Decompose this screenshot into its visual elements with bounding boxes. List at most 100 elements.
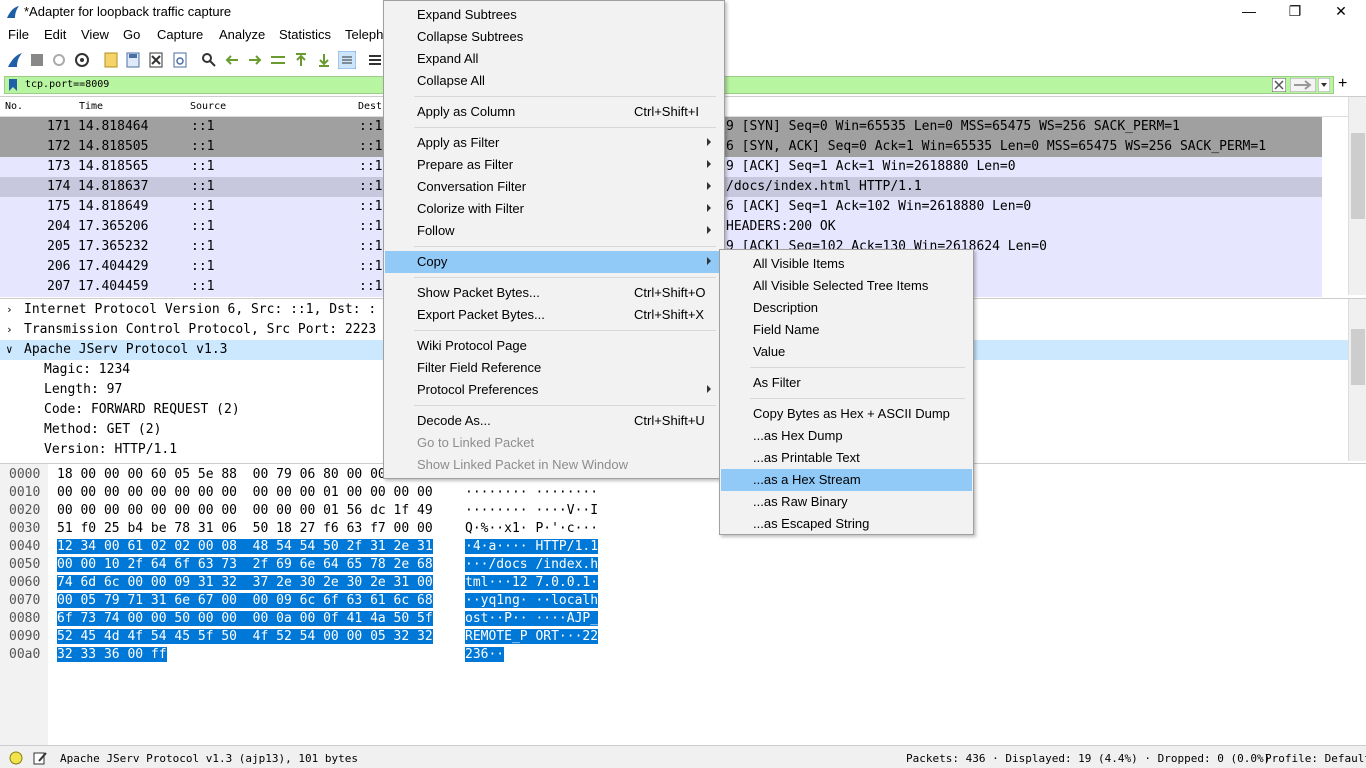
- packet-row-time: 17.365232: [78, 239, 149, 254]
- menu-item-all-visible-selected-tree-items[interactable]: All Visible Selected Tree Items: [721, 275, 972, 297]
- open-icon[interactable]: [102, 51, 120, 69]
- column-dest[interactable]: Dest: [358, 101, 382, 112]
- menu-item-conversation-filter[interactable]: Conversation Filter: [385, 176, 723, 198]
- colorize-icon[interactable]: [366, 51, 384, 69]
- go-to-icon[interactable]: [269, 51, 287, 69]
- expanded-arrow-icon[interactable]: ∨: [6, 343, 13, 356]
- add-filter-button[interactable]: +: [1338, 75, 1347, 93]
- expert-info-icon[interactable]: [9, 751, 23, 765]
- byte-hex[interactable]: 00 05 79 71 31 6e 67 00 00 09 6c 6f 63 6…: [57, 593, 433, 608]
- menu-separator: [750, 367, 965, 368]
- menu-item-apply-as-filter[interactable]: Apply as Filter: [385, 132, 723, 154]
- menu-item-as-raw-binary[interactable]: ...as Raw Binary: [721, 491, 972, 513]
- byte-ascii[interactable]: REMOTE_P ORT···22: [465, 629, 599, 644]
- menu-item-value[interactable]: Value: [721, 341, 972, 363]
- column-no[interactable]: No.: [5, 101, 23, 112]
- menu-go[interactable]: Go: [123, 27, 140, 42]
- menu-item-decode-as[interactable]: Decode As... Ctrl+Shift+U: [385, 410, 723, 432]
- byte-hex[interactable]: 18 00 00 00 60 05 5e 88 00 79 06 80 00 0…: [57, 467, 433, 482]
- menu-item-as-hex-dump[interactable]: ...as Hex Dump: [721, 425, 972, 447]
- autoscroll-icon[interactable]: [338, 51, 356, 69]
- menu-item-follow[interactable]: Follow: [385, 220, 723, 242]
- reload-icon[interactable]: [171, 51, 189, 69]
- menu-file[interactable]: File: [8, 27, 29, 42]
- scrollbar-thumb[interactable]: [1351, 329, 1365, 385]
- menu-item-as-escaped-string[interactable]: ...as Escaped String: [721, 513, 972, 535]
- stop-icon[interactable]: [28, 51, 46, 69]
- byte-hex[interactable]: 51 f0 25 b4 be 78 31 06 50 18 27 f6 63 f…: [57, 521, 433, 536]
- byte-hex[interactable]: 32 33 36 00 ff: [57, 647, 167, 662]
- menu-view[interactable]: View: [81, 27, 109, 42]
- menu-item-copy-bytes-as-hex-ascii-dump[interactable]: Copy Bytes as Hex + ASCII Dump: [721, 403, 972, 425]
- options-icon[interactable]: [73, 51, 91, 69]
- menu-item-expand-all[interactable]: Expand All: [385, 48, 723, 70]
- menu-item-show-packet-bytes[interactable]: Show Packet Bytes... Ctrl+Shift+O: [385, 282, 723, 304]
- restart-icon[interactable]: [50, 51, 68, 69]
- byte-ascii[interactable]: ··yq1ng· ··localh: [465, 593, 599, 608]
- menu-item-description[interactable]: Description: [721, 297, 972, 319]
- menu-item-filter-field-reference[interactable]: Filter Field Reference: [385, 357, 723, 379]
- last-icon[interactable]: [315, 51, 333, 69]
- byte-ascii[interactable]: ost··P·· ····AJP_: [465, 611, 599, 626]
- menu-item-wiki-protocol-page[interactable]: Wiki Protocol Page: [385, 335, 723, 357]
- maximize-button[interactable]: ❐: [1272, 0, 1318, 24]
- scrollbar-thumb[interactable]: [1351, 133, 1365, 219]
- byte-hex[interactable]: 6f 73 74 00 00 50 00 00 00 0a 00 0f 41 4…: [57, 611, 433, 626]
- menu-statistics[interactable]: Statistics: [279, 27, 331, 42]
- save-icon[interactable]: [124, 51, 142, 69]
- byte-ascii[interactable]: ·4·a···· HTTP/1.1: [465, 539, 599, 554]
- details-scrollbar[interactable]: [1348, 299, 1366, 461]
- menu-edit[interactable]: Edit: [44, 27, 66, 42]
- menu-capture[interactable]: Capture: [157, 27, 203, 42]
- shark-fin-icon[interactable]: [6, 51, 24, 69]
- filter-text[interactable]: tcp.port==8009: [25, 79, 109, 90]
- profile-name[interactable]: Profile: Default: [1265, 752, 1366, 765]
- menu-item-as-filter[interactable]: As Filter: [721, 372, 972, 394]
- forward-icon[interactable]: [246, 51, 264, 69]
- byte-ascii[interactable]: ········ ····V··I: [465, 503, 598, 518]
- byte-ascii[interactable]: ···/docs /index.h: [465, 557, 599, 572]
- back-icon[interactable]: [223, 51, 241, 69]
- byte-hex[interactable]: 12 34 00 61 02 02 00 08 48 54 54 50 2f 3…: [57, 539, 433, 554]
- menu-item-as-printable-text[interactable]: ...as Printable Text: [721, 447, 972, 469]
- menu-item-as-a-hex-stream[interactable]: ...as a Hex Stream: [721, 469, 972, 491]
- collapsed-arrow-icon[interactable]: ›: [6, 303, 13, 316]
- menu-item-apply-as-column[interactable]: Apply as Column Ctrl+Shift+I: [385, 101, 723, 123]
- apply-filter-icon[interactable]: [1290, 78, 1316, 92]
- clear-filter-icon[interactable]: [1272, 78, 1286, 92]
- column-source[interactable]: Source: [190, 101, 226, 112]
- byte-ascii[interactable]: tml···12 7.0.0.1·: [465, 575, 599, 590]
- menu-item-field-name[interactable]: Field Name: [721, 319, 972, 341]
- menu-item-expand-subtrees[interactable]: Expand Subtrees: [385, 4, 723, 26]
- minimize-button[interactable]: —: [1226, 0, 1272, 24]
- menu-item-all-visible-items[interactable]: All Visible Items: [721, 253, 972, 275]
- menu-item-collapse-subtrees[interactable]: Collapse Subtrees: [385, 26, 723, 48]
- menu-telephony[interactable]: Teleph: [345, 27, 383, 42]
- byte-hex[interactable]: 00 00 00 00 00 00 00 00 00 00 00 01 00 0…: [57, 485, 433, 500]
- menu-analyze[interactable]: Analyze: [219, 27, 265, 42]
- column-time[interactable]: Time: [79, 101, 103, 112]
- close-file-icon[interactable]: [147, 51, 165, 69]
- capture-comment-icon[interactable]: [33, 751, 47, 765]
- filter-history-dropdown-icon[interactable]: [1318, 78, 1330, 92]
- menu-item-collapse-all[interactable]: Collapse All: [385, 70, 723, 92]
- menu-item-prepare-as-filter[interactable]: Prepare as Filter: [385, 154, 723, 176]
- bookmark-icon[interactable]: [8, 79, 18, 91]
- byte-hex[interactable]: 00 00 10 2f 64 6f 63 73 2f 69 6e 64 65 7…: [57, 557, 433, 572]
- byte-ascii[interactable]: Q·%··x1· P·'·c···: [465, 521, 598, 536]
- packet-list-scrollbar[interactable]: [1348, 97, 1366, 295]
- menu-item-export-packet-bytes[interactable]: Export Packet Bytes... Ctrl+Shift+X: [385, 304, 723, 326]
- collapsed-arrow-icon[interactable]: ›: [6, 323, 13, 336]
- byte-ascii[interactable]: ········ ········: [465, 485, 598, 500]
- menu-separator: [414, 127, 716, 128]
- menu-item-protocol-preferences[interactable]: Protocol Preferences: [385, 379, 723, 401]
- menu-item-copy[interactable]: Copy: [385, 251, 723, 273]
- menu-item-colorize-with-filter[interactable]: Colorize with Filter: [385, 198, 723, 220]
- byte-hex[interactable]: 74 6d 6c 00 00 09 31 32 37 2e 30 2e 30 2…: [57, 575, 433, 590]
- byte-hex[interactable]: 00 00 00 00 00 00 00 00 00 00 00 01 56 d…: [57, 503, 433, 518]
- first-icon[interactable]: [292, 51, 310, 69]
- byte-ascii[interactable]: 236··: [465, 647, 505, 662]
- byte-hex[interactable]: 52 45 4d 4f 54 45 5f 50 4f 52 54 00 00 0…: [57, 629, 433, 644]
- close-window-button[interactable]: ✕: [1318, 0, 1364, 24]
- find-icon[interactable]: [200, 51, 218, 69]
